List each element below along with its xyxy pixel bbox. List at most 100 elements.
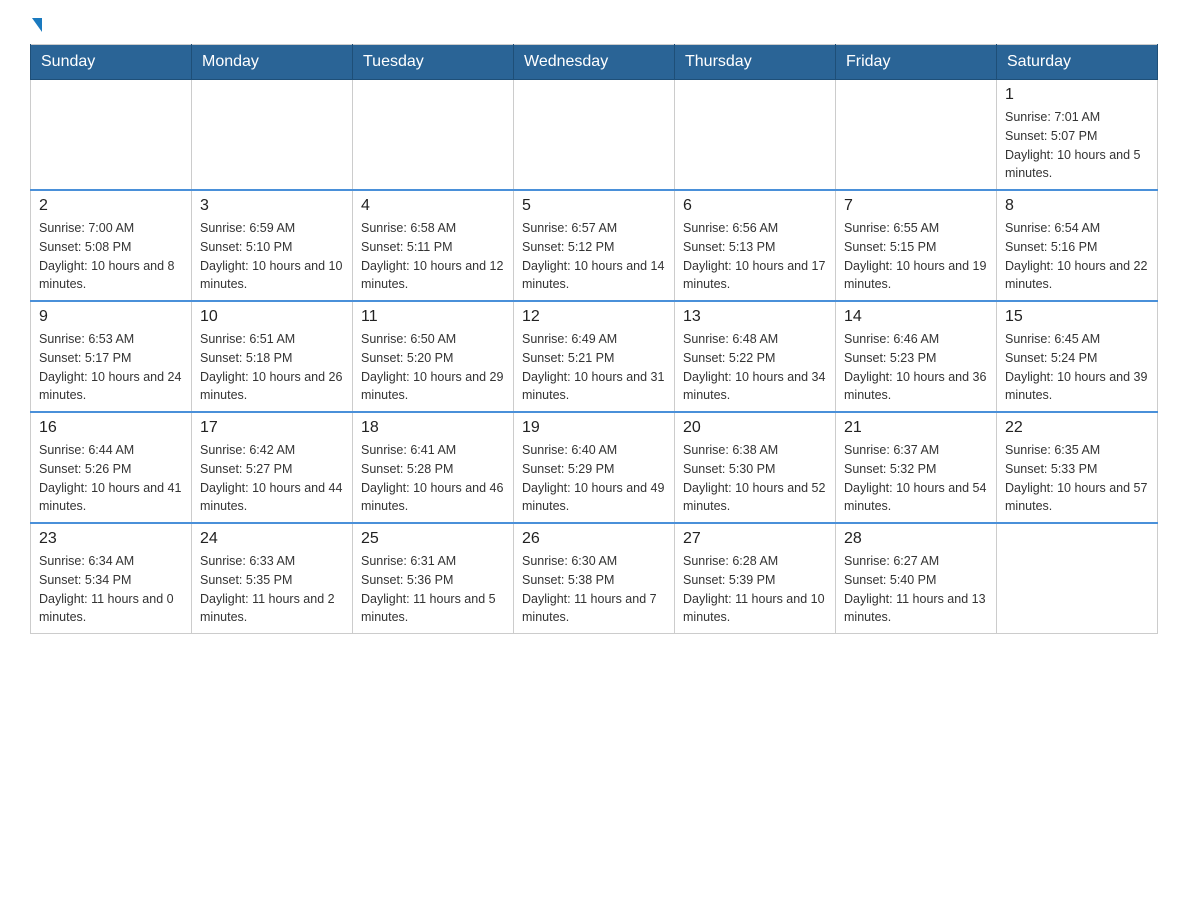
day-info: Sunrise: 6:54 AMSunset: 5:16 PMDaylight:… — [1005, 219, 1149, 294]
day-info: Sunrise: 6:50 AMSunset: 5:20 PMDaylight:… — [361, 330, 505, 405]
day-number: 1 — [1005, 86, 1149, 104]
day-number: 6 — [683, 197, 827, 215]
calendar-cell — [675, 80, 836, 191]
day-number: 16 — [39, 419, 183, 437]
calendar-cell: 15 Sunrise: 6:45 AMSunset: 5:24 PMDayligh… — [997, 301, 1158, 412]
day-info: Sunrise: 6:34 AMSunset: 5:34 PMDaylight:… — [39, 552, 183, 627]
calendar-cell: 22 Sunrise: 6:35 AMSunset: 5:33 PMDayligh… — [997, 412, 1158, 523]
calendar-cell: 10 Sunrise: 6:51 AMSunset: 5:18 PMDayligh… — [192, 301, 353, 412]
day-number: 19 — [522, 419, 666, 437]
weekday-header-friday: Friday — [836, 45, 997, 80]
calendar-cell: 26 Sunrise: 6:30 AMSunset: 5:38 PMDayligh… — [514, 523, 675, 634]
day-info: Sunrise: 6:49 AMSunset: 5:21 PMDaylight:… — [522, 330, 666, 405]
calendar-cell: 25 Sunrise: 6:31 AMSunset: 5:36 PMDayligh… — [353, 523, 514, 634]
calendar-cell: 12 Sunrise: 6:49 AMSunset: 5:21 PMDayligh… — [514, 301, 675, 412]
day-info: Sunrise: 7:01 AMSunset: 5:07 PMDaylight:… — [1005, 108, 1149, 183]
day-number: 15 — [1005, 308, 1149, 326]
day-number: 21 — [844, 419, 988, 437]
day-info: Sunrise: 6:58 AMSunset: 5:11 PMDaylight:… — [361, 219, 505, 294]
calendar-cell — [31, 80, 192, 191]
day-info: Sunrise: 6:44 AMSunset: 5:26 PMDaylight:… — [39, 441, 183, 516]
weekday-header-monday: Monday — [192, 45, 353, 80]
day-number: 10 — [200, 308, 344, 326]
week-row-2: 2 Sunrise: 7:00 AMSunset: 5:08 PMDaylight… — [31, 190, 1158, 301]
weekday-header-saturday: Saturday — [997, 45, 1158, 80]
weekday-header-row: SundayMondayTuesdayWednesdayThursdayFrid… — [31, 45, 1158, 80]
day-info: Sunrise: 6:45 AMSunset: 5:24 PMDaylight:… — [1005, 330, 1149, 405]
calendar-cell: 3Sunrise: 6:59 AMSunset: 5:10 PMDaylight… — [192, 190, 353, 301]
day-number: 8 — [1005, 197, 1149, 215]
calendar-cell: 8 Sunrise: 6:54 AMSunset: 5:16 PMDaylight… — [997, 190, 1158, 301]
calendar-cell — [836, 80, 997, 191]
calendar-cell: 5 Sunrise: 6:57 AMSunset: 5:12 PMDaylight… — [514, 190, 675, 301]
calendar-cell: 20 Sunrise: 6:38 AMSunset: 5:30 PMDayligh… — [675, 412, 836, 523]
logo — [30, 20, 42, 34]
day-number: 11 — [361, 308, 505, 326]
week-row-4: 16 Sunrise: 6:44 AMSunset: 5:26 PMDayligh… — [31, 412, 1158, 523]
calendar-cell: 16 Sunrise: 6:44 AMSunset: 5:26 PMDayligh… — [31, 412, 192, 523]
day-number: 14 — [844, 308, 988, 326]
day-number: 9 — [39, 308, 183, 326]
calendar-cell — [514, 80, 675, 191]
calendar-cell: 2 Sunrise: 7:00 AMSunset: 5:08 PMDaylight… — [31, 190, 192, 301]
calendar-cell — [192, 80, 353, 191]
day-info: Sunrise: 6:55 AMSunset: 5:15 PMDaylight:… — [844, 219, 988, 294]
week-row-5: 23Sunrise: 6:34 AMSunset: 5:34 PMDayligh… — [31, 523, 1158, 634]
day-number: 26 — [522, 530, 666, 548]
day-info: Sunrise: 7:00 AMSunset: 5:08 PMDaylight:… — [39, 219, 183, 294]
calendar-cell: 11 Sunrise: 6:50 AMSunset: 5:20 PMDayligh… — [353, 301, 514, 412]
day-number: 4 — [361, 197, 505, 215]
calendar-cell: 28 Sunrise: 6:27 AMSunset: 5:40 PMDayligh… — [836, 523, 997, 634]
day-info: Sunrise: 6:41 AMSunset: 5:28 PMDaylight:… — [361, 441, 505, 516]
weekday-header-tuesday: Tuesday — [353, 45, 514, 80]
day-number: 25 — [361, 530, 505, 548]
day-info: Sunrise: 6:38 AMSunset: 5:30 PMDaylight:… — [683, 441, 827, 516]
day-info: Sunrise: 6:30 AMSunset: 5:38 PMDaylight:… — [522, 552, 666, 627]
day-number: 17 — [200, 419, 344, 437]
day-number: 5 — [522, 197, 666, 215]
day-info: Sunrise: 6:31 AMSunset: 5:36 PMDaylight:… — [361, 552, 505, 627]
day-info: Sunrise: 6:56 AMSunset: 5:13 PMDaylight:… — [683, 219, 827, 294]
calendar-cell: 13 Sunrise: 6:48 AMSunset: 5:22 PMDayligh… — [675, 301, 836, 412]
page-header — [30, 20, 1158, 34]
day-info: Sunrise: 6:51 AMSunset: 5:18 PMDaylight:… — [200, 330, 344, 405]
week-row-3: 9 Sunrise: 6:53 AMSunset: 5:17 PMDaylight… — [31, 301, 1158, 412]
day-info: Sunrise: 6:42 AMSunset: 5:27 PMDaylight:… — [200, 441, 344, 516]
calendar-cell: 4 Sunrise: 6:58 AMSunset: 5:11 PMDaylight… — [353, 190, 514, 301]
day-info: Sunrise: 6:53 AMSunset: 5:17 PMDaylight:… — [39, 330, 183, 405]
calendar-cell: 23Sunrise: 6:34 AMSunset: 5:34 PMDayligh… — [31, 523, 192, 634]
calendar-cell: 27Sunrise: 6:28 AMSunset: 5:39 PMDayligh… — [675, 523, 836, 634]
day-number: 3 — [200, 197, 344, 215]
calendar-cell — [997, 523, 1158, 634]
day-number: 28 — [844, 530, 988, 548]
day-info: Sunrise: 6:35 AMSunset: 5:33 PMDaylight:… — [1005, 441, 1149, 516]
calendar-cell: 18 Sunrise: 6:41 AMSunset: 5:28 PMDayligh… — [353, 412, 514, 523]
day-info: Sunrise: 6:48 AMSunset: 5:22 PMDaylight:… — [683, 330, 827, 405]
day-number: 2 — [39, 197, 183, 215]
day-number: 24 — [200, 530, 344, 548]
calendar-cell: 17 Sunrise: 6:42 AMSunset: 5:27 PMDayligh… — [192, 412, 353, 523]
calendar-cell: 6 Sunrise: 6:56 AMSunset: 5:13 PMDaylight… — [675, 190, 836, 301]
day-number: 22 — [1005, 419, 1149, 437]
day-info: Sunrise: 6:28 AMSunset: 5:39 PMDaylight:… — [683, 552, 827, 627]
day-number: 7 — [844, 197, 988, 215]
weekday-header-wednesday: Wednesday — [514, 45, 675, 80]
day-number: 18 — [361, 419, 505, 437]
day-info: Sunrise: 6:37 AMSunset: 5:32 PMDaylight:… — [844, 441, 988, 516]
calendar-table: SundayMondayTuesdayWednesdayThursdayFrid… — [30, 44, 1158, 634]
day-info: Sunrise: 6:57 AMSunset: 5:12 PMDaylight:… — [522, 219, 666, 294]
day-info: Sunrise: 6:46 AMSunset: 5:23 PMDaylight:… — [844, 330, 988, 405]
calendar-cell: 19 Sunrise: 6:40 AMSunset: 5:29 PMDayligh… — [514, 412, 675, 523]
day-number: 20 — [683, 419, 827, 437]
day-info: Sunrise: 6:27 AMSunset: 5:40 PMDaylight:… — [844, 552, 988, 627]
day-number: 13 — [683, 308, 827, 326]
day-info: Sunrise: 6:33 AMSunset: 5:35 PMDaylight:… — [200, 552, 344, 627]
day-info: Sunrise: 6:40 AMSunset: 5:29 PMDaylight:… — [522, 441, 666, 516]
calendar-cell — [353, 80, 514, 191]
calendar-cell: 1 Sunrise: 7:01 AMSunset: 5:07 PMDaylight… — [997, 80, 1158, 191]
calendar-cell: 24 Sunrise: 6:33 AMSunset: 5:35 PMDayligh… — [192, 523, 353, 634]
weekday-header-thursday: Thursday — [675, 45, 836, 80]
day-number: 12 — [522, 308, 666, 326]
calendar-cell: 14 Sunrise: 6:46 AMSunset: 5:23 PMDayligh… — [836, 301, 997, 412]
calendar-cell: 7 Sunrise: 6:55 AMSunset: 5:15 PMDaylight… — [836, 190, 997, 301]
